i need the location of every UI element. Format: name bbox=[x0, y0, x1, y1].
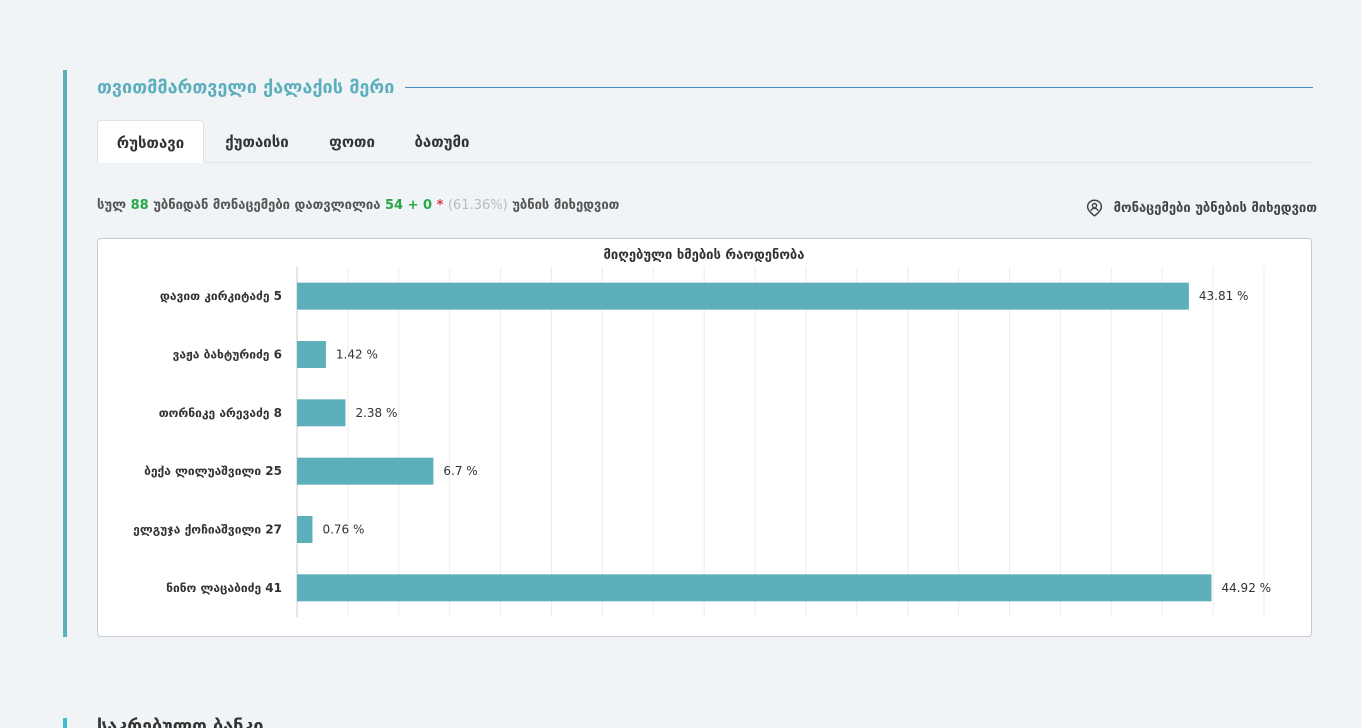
chart-bars: დავით კირკიტაძე 5 43.81 % ვაჟა ბახტურიძე 6… bbox=[133, 282, 1271, 602]
bar[interactable] bbox=[297, 341, 326, 368]
votes-chart: მიღებული ხმების რაოდენობა დავით კირკიტაძ… bbox=[97, 238, 1312, 637]
person-pin-icon bbox=[1086, 199, 1102, 217]
value-label: 0.76 % bbox=[322, 523, 364, 537]
value-label: 6.7 % bbox=[443, 464, 477, 478]
chart-grid bbox=[296, 267, 1265, 617]
category-label: დავით კირკიტაძე 5 bbox=[160, 289, 282, 303]
value-label: 43.81 % bbox=[1199, 289, 1249, 303]
by-precinct-link[interactable]: მონაცემები უბნების მიხედვით bbox=[1086, 198, 1317, 218]
counted-precincts: 54 + 0 bbox=[384, 198, 433, 213]
tab-poti[interactable]: ფოთი bbox=[310, 120, 394, 162]
summary-suffix: უბნის მიხედვით bbox=[512, 198, 620, 213]
summary-prefix: სულ bbox=[97, 198, 127, 213]
by-precinct-label: მონაცემები უბნების მიხედვით bbox=[1113, 200, 1317, 216]
bar[interactable] bbox=[297, 574, 1212, 602]
category-label: ვაჟა ბახტურიძე 6 bbox=[173, 348, 282, 362]
category-label: ნინო ლაცაბიძე 41 bbox=[166, 581, 282, 595]
category-label: თორნიკე არევაძე 8 bbox=[159, 406, 282, 420]
bar[interactable] bbox=[297, 282, 1189, 310]
city-tabs: რუსთავი ქუთაისი ფოთი ბათუმი bbox=[97, 120, 1313, 163]
next-section-accent bbox=[63, 718, 67, 728]
next-section-title: საკრებულო ბანკი bbox=[97, 716, 264, 728]
counted-percent: (61.36%) bbox=[447, 198, 508, 213]
section-header: თვითმმართველი ქალაქის მერი bbox=[97, 76, 1313, 98]
value-label: 2.38 % bbox=[355, 406, 397, 420]
title-divider bbox=[405, 86, 1313, 88]
votes-chart-svg: მიღებული ხმების რაოდენობა დავით კირკიტაძ… bbox=[133, 248, 1271, 617]
mayor-section: თვითმმართველი ქალაქის მერი რუსთავი ქუთაი… bbox=[63, 70, 1317, 637]
bar[interactable] bbox=[297, 516, 313, 543]
tab-kutaisi[interactable]: ქუთაისი bbox=[204, 120, 310, 162]
tab-rustavi[interactable]: რუსთავი bbox=[97, 120, 204, 163]
summary-middle: უბნიდან მონაცემები დათვლილია bbox=[153, 198, 381, 213]
asterisk: * bbox=[436, 198, 444, 213]
section-title: თვითმმართველი ქალაქის მერი bbox=[97, 76, 395, 98]
value-label: 1.42 % bbox=[336, 348, 378, 362]
category-label: ბექა ლილუაშვილი 25 bbox=[144, 464, 282, 478]
tab-batumi[interactable]: ბათუმი bbox=[394, 120, 490, 162]
count-summary: სულ 88 უბნიდან მონაცემები დათვლილია 54 +… bbox=[97, 198, 619, 218]
value-label: 44.92 % bbox=[1221, 581, 1271, 595]
total-precincts: 88 bbox=[130, 198, 149, 213]
chart-title: მიღებული ხმების რაოდენობა bbox=[604, 248, 805, 263]
category-label: ელგუჯა ქოჩიაშვილი 27 bbox=[133, 523, 282, 537]
next-section-header: საკრებულო ბანკი bbox=[97, 716, 264, 728]
bar[interactable] bbox=[297, 399, 346, 427]
bar[interactable] bbox=[297, 457, 434, 485]
